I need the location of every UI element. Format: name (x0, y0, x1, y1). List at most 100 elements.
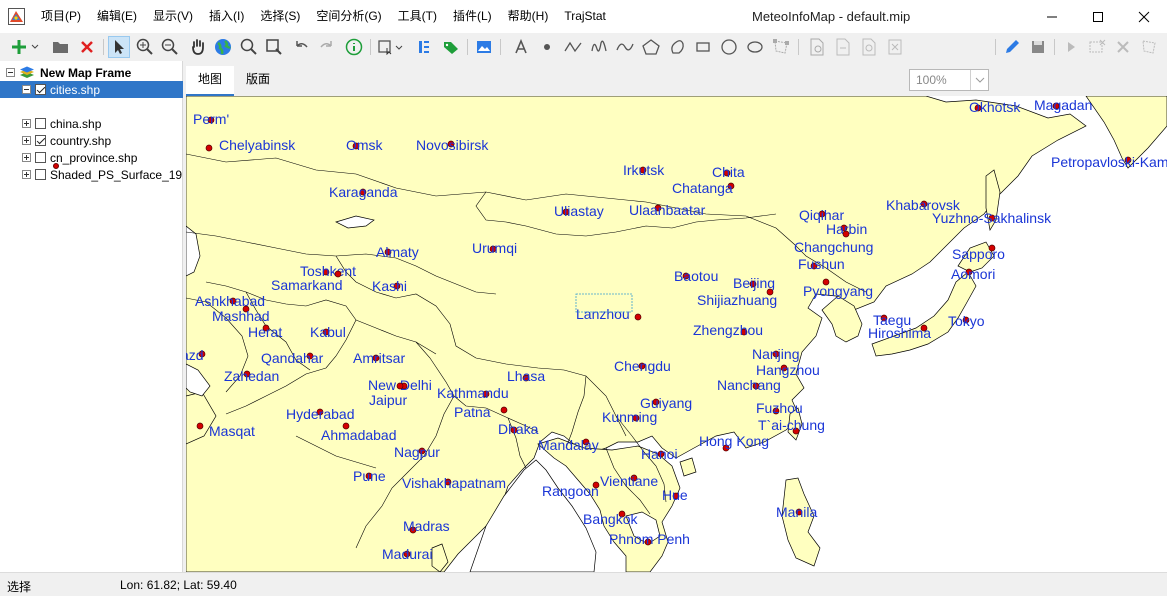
layer-visibility-checkbox[interactable] (35, 135, 46, 146)
insert-image-button[interactable] (473, 36, 495, 58)
expand-toggle[interactable] (22, 136, 31, 145)
city-point[interactable] (634, 313, 642, 321)
select-tool-button[interactable] (108, 36, 130, 58)
edit-vertices-button[interactable] (770, 36, 792, 58)
menu-tools[interactable]: 工具(T) (390, 0, 445, 33)
delete-feature-button[interactable] (1112, 36, 1134, 58)
full-extent-button[interactable] (212, 36, 234, 58)
identify-button[interactable] (343, 36, 365, 58)
city-feature[interactable]: Madras (403, 518, 450, 534)
new-feature-button[interactable] (832, 36, 854, 58)
draw-polyline-button[interactable] (562, 36, 584, 58)
city-feature[interactable]: Hue (662, 487, 688, 503)
city-feature[interactable]: Shijiazhuang (697, 288, 777, 308)
copy-feature-button[interactable] (858, 36, 880, 58)
tab-map[interactable]: 地图 (186, 66, 235, 96)
city-feature[interactable]: Fushun (798, 256, 845, 272)
layer-visibility-checkbox[interactable] (35, 118, 46, 129)
city-feature[interactable]: Yuzhno-Sakhalinsk (932, 210, 1052, 226)
city-feature[interactable]: Perm' (193, 111, 229, 127)
city-feature[interactable]: Beijing (733, 275, 775, 291)
draw-polygon-button[interactable] (640, 36, 662, 58)
city-feature[interactable]: Tokyo (948, 313, 985, 329)
city-feature[interactable]: Vishakhapatnam (402, 475, 506, 491)
menu-plugins[interactable]: 插件(L) (445, 0, 500, 33)
city-feature[interactable]: Petropavloski-Kam (1051, 154, 1167, 170)
expand-toggle[interactable] (22, 153, 31, 162)
edit-select-button[interactable] (1060, 36, 1082, 58)
zoom-dropdown-button[interactable] (970, 70, 988, 90)
layer-cn-province[interactable]: cn_province.shp (0, 149, 183, 166)
map-canvas[interactable]: Perm' Chelyabinsk Omsk Novosibirsk Irkutsk Ch… (186, 96, 1167, 572)
menu-project[interactable]: 项目(P) (33, 0, 89, 33)
layer-shaded-surface[interactable]: Shaded_PS_Surface_19 (0, 166, 183, 183)
city-feature[interactable]: azd (186, 347, 206, 363)
city-feature[interactable]: Chelyabinsk (205, 137, 296, 153)
expand-toggle[interactable] (22, 119, 31, 128)
zoom-level-combobox[interactable]: 100% (909, 69, 989, 91)
city-feature[interactable]: Vientiane (600, 473, 658, 489)
city-feature[interactable]: Madurai (382, 546, 433, 562)
city-feature[interactable]: Urumqi (472, 240, 517, 256)
city-feature[interactable]: Chengdu (614, 358, 671, 374)
layer-visibility-checkbox[interactable] (35, 84, 46, 95)
city-feature[interactable]: Kathmandu (437, 385, 509, 401)
city-point[interactable] (396, 382, 404, 390)
city-feature[interactable]: Hong Kong (699, 433, 769, 452)
city-feature[interactable]: Pune (353, 468, 386, 484)
city-feature[interactable]: Mashhad (212, 305, 270, 324)
close-window-button[interactable] (1121, 0, 1167, 33)
maximize-button[interactable] (1075, 0, 1121, 33)
city-feature[interactable]: Mandalay (538, 437, 599, 453)
expand-toggle[interactable] (22, 170, 31, 179)
city-feature[interactable]: Amritsar (353, 350, 405, 366)
city-feature[interactable]: Bangkok (583, 510, 638, 527)
draw-rectangle-button[interactable] (692, 36, 714, 58)
city-feature[interactable]: Magadan (1034, 97, 1092, 113)
city-feature[interactable]: Ulaanbaatar (629, 202, 706, 218)
attribute-table-button[interactable] (413, 36, 435, 58)
zoom-in-button[interactable] (134, 36, 156, 58)
menu-view[interactable]: 显示(V) (145, 0, 201, 33)
city-feature[interactable]: Hangzhou (756, 362, 820, 378)
remove-layer-button[interactable] (76, 36, 98, 58)
city-feature[interactable]: Karaganda (329, 184, 398, 200)
city-feature[interactable]: Uliastay (554, 203, 604, 219)
city-feature[interactable]: Ashkhabad (195, 293, 265, 309)
identify-zoom-button[interactable] (238, 36, 260, 58)
city-feature[interactable]: Herat (248, 324, 282, 340)
city-feature[interactable]: Dhaka (498, 421, 539, 437)
city-feature[interactable]: Kashi (372, 278, 407, 294)
edit-feature-button[interactable] (806, 36, 828, 58)
layer-cities[interactable]: cities.shp (0, 81, 183, 98)
city-feature[interactable]: T`ai-chung (758, 417, 825, 435)
layer-visibility-checkbox[interactable] (35, 152, 46, 163)
menu-select[interactable]: 选择(S) (252, 0, 308, 33)
city-feature[interactable]: Novosibirsk (416, 137, 489, 153)
city-feature[interactable]: Lhasa (507, 368, 545, 384)
split-feature-button[interactable] (1138, 36, 1160, 58)
city-feature[interactable]: Phnom Penh (609, 531, 690, 547)
city-feature[interactable]: Hyderabad (286, 406, 355, 422)
city-point[interactable] (205, 144, 213, 152)
city-feature[interactable]: Qandahar (261, 350, 324, 366)
layer-visibility-checkbox[interactable] (35, 169, 46, 180)
layer-china[interactable]: china.shp (0, 115, 183, 132)
city-feature[interactable]: Nagpur (394, 444, 440, 460)
city-feature[interactable]: Zahedan (224, 368, 279, 384)
add-vertex-button[interactable] (1086, 36, 1108, 58)
menu-help[interactable]: 帮助(H) (500, 0, 557, 33)
city-feature[interactable]: Irkutsk (623, 162, 665, 178)
menu-insert[interactable]: 插入(I) (201, 0, 252, 33)
city-feature[interactable]: Okhotsk (969, 99, 1021, 115)
reshape-feature-button[interactable] (884, 36, 906, 58)
draw-text-button[interactable] (510, 36, 532, 58)
start-edit-button[interactable] (1001, 36, 1023, 58)
tab-layout[interactable]: 版面 (234, 66, 282, 96)
city-feature[interactable]: Zhengzhou (693, 322, 763, 338)
city-feature[interactable]: Manila (776, 504, 817, 520)
layer-country[interactable]: country.shp (0, 132, 183, 149)
collapse-toggle[interactable] (22, 85, 31, 94)
city-feature[interactable]: Aomori (951, 266, 995, 282)
city-feature[interactable]: Fuzhou (756, 400, 803, 416)
